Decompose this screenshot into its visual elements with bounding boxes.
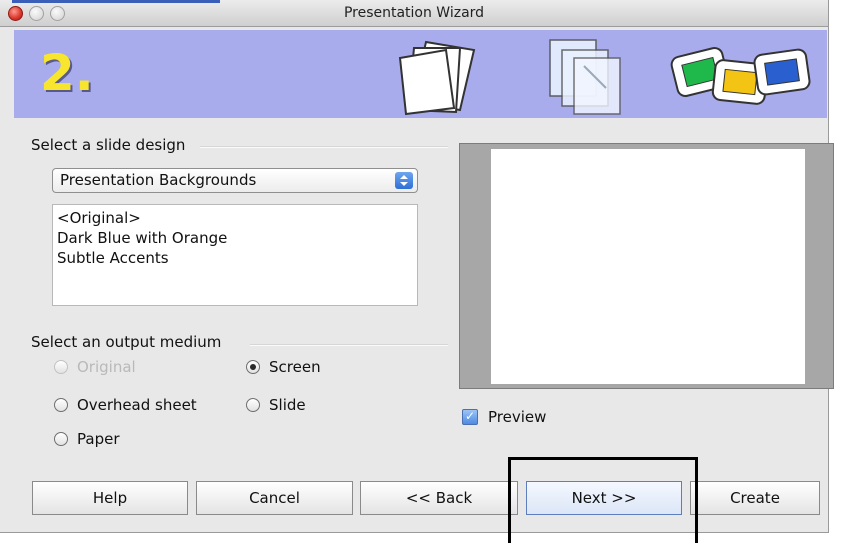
slides-icon bbox=[670, 47, 811, 105]
create-button[interactable]: Create bbox=[690, 481, 820, 515]
wizard-banner: 2. bbox=[14, 30, 827, 118]
radio-original-label: Original bbox=[77, 358, 136, 376]
radio-overhead-sheet[interactable]: Overhead sheet bbox=[54, 396, 197, 414]
output-medium-group-label: Select an output medium bbox=[31, 333, 228, 351]
list-item[interactable]: Subtle Accents bbox=[57, 248, 417, 268]
radio-paper-label: Paper bbox=[77, 430, 120, 448]
select-arrows-icon bbox=[395, 172, 413, 189]
radio-original: Original bbox=[54, 358, 136, 376]
preview-checkbox-label: Preview bbox=[488, 408, 547, 426]
radio-screen-circle[interactable] bbox=[246, 360, 260, 374]
radio-paper-circle[interactable] bbox=[54, 432, 68, 446]
slide-category-select[interactable]: Presentation Backgrounds bbox=[52, 168, 418, 193]
cancel-button[interactable]: Cancel bbox=[196, 481, 353, 515]
radio-screen[interactable]: Screen bbox=[246, 358, 321, 376]
presentation-wizard-window: Presentation Wizard 2. Select a slide de… bbox=[0, 0, 834, 533]
stacked-pages-icon bbox=[398, 40, 476, 116]
preview-checkbox-row[interactable]: ✓ Preview bbox=[462, 408, 546, 426]
help-button[interactable]: Help bbox=[32, 481, 188, 515]
slide-design-group-divider bbox=[200, 146, 448, 148]
radio-overhead-sheet-circle[interactable] bbox=[54, 398, 68, 412]
list-item[interactable]: <Original> bbox=[57, 208, 417, 228]
radio-original-circle bbox=[54, 360, 68, 374]
slide-preview-frame bbox=[459, 143, 834, 389]
back-button[interactable]: << Back bbox=[360, 481, 518, 515]
next-button-highlight bbox=[508, 457, 698, 543]
slide-category-select-value: Presentation Backgrounds bbox=[60, 171, 257, 189]
title-bar-accent bbox=[12, 0, 220, 3]
output-medium-group-divider bbox=[250, 344, 448, 346]
radio-overhead-sheet-label: Overhead sheet bbox=[77, 396, 197, 414]
step-number: 2. bbox=[40, 44, 94, 102]
radio-slide-label: Slide bbox=[269, 396, 306, 414]
list-item[interactable]: Dark Blue with Orange bbox=[57, 228, 417, 248]
transparencies-icon bbox=[549, 39, 621, 115]
title-bar[interactable]: Presentation Wizard bbox=[0, 0, 828, 27]
slide-preview bbox=[491, 149, 805, 384]
radio-slide-circle[interactable] bbox=[246, 398, 260, 412]
radio-screen-label: Screen bbox=[269, 358, 321, 376]
radio-slide[interactable]: Slide bbox=[246, 396, 306, 414]
preview-checkbox[interactable]: ✓ bbox=[462, 409, 478, 425]
radio-paper[interactable]: Paper bbox=[54, 430, 119, 448]
window-title: Presentation Wizard bbox=[343, 5, 485, 21]
slide-design-list[interactable]: <Original> Dark Blue with Orange Subtle … bbox=[52, 204, 418, 306]
slide-design-group-label: Select a slide design bbox=[31, 136, 192, 154]
